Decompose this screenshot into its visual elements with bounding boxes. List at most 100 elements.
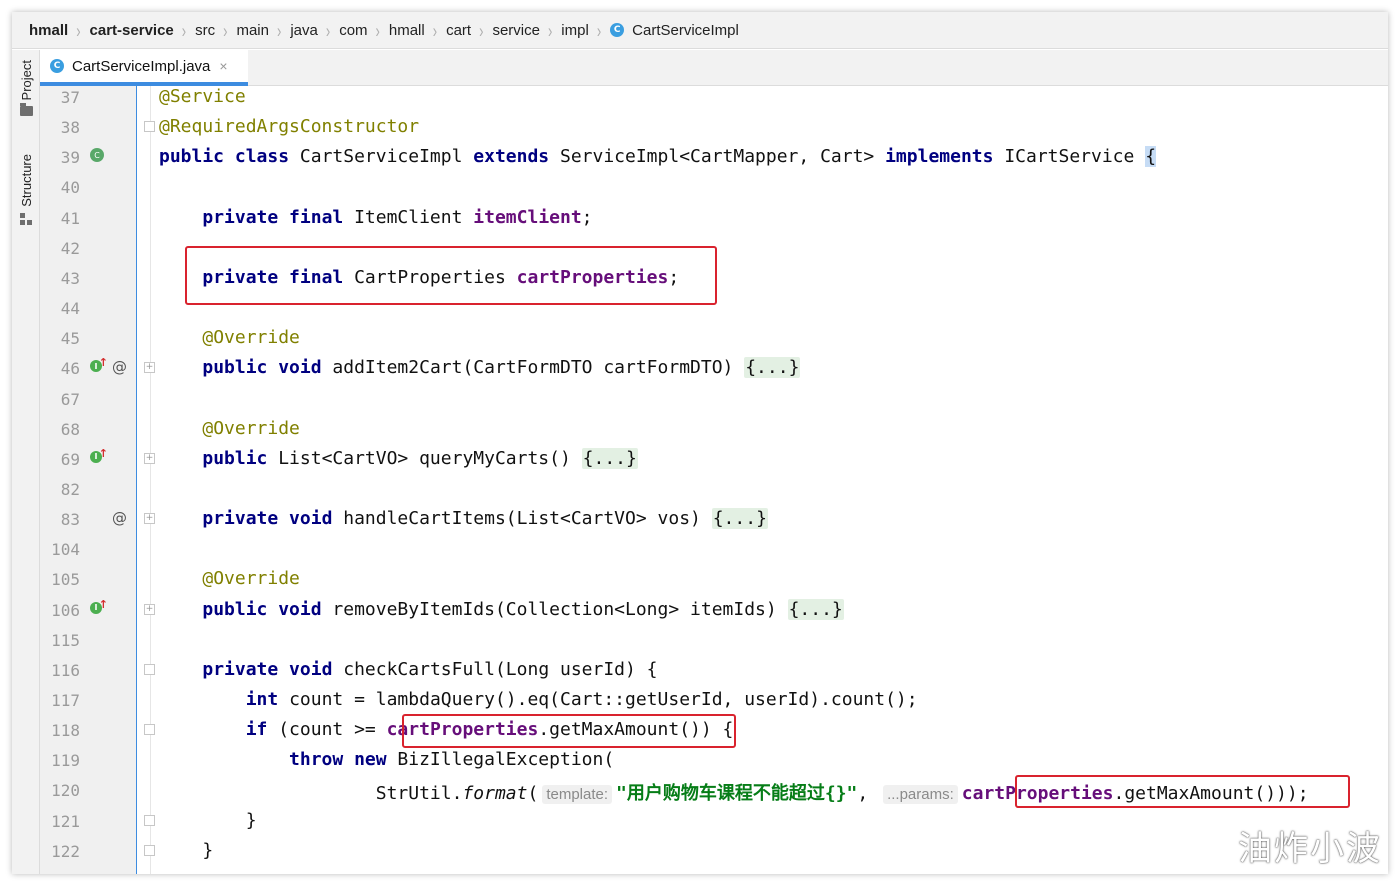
code-line[interactable]: 116 private void checkCartsFull(Long use… xyxy=(40,655,1388,685)
breadcrumb-item[interactable]: cart xyxy=(446,22,471,39)
fold-toggle-icon[interactable] xyxy=(144,844,155,856)
code-token: private void xyxy=(202,658,344,680)
line-number: 41 xyxy=(60,208,80,228)
breadcrumb-item-label: com xyxy=(339,21,368,39)
code-line[interactable]: 37 @Service xyxy=(40,86,1388,112)
code-line[interactable]: 119 throw new BizIllegalException( xyxy=(40,745,1388,775)
code-line[interactable]: 82 xyxy=(40,474,1388,504)
project-tool-label: Project xyxy=(18,60,34,101)
code-text: @Override xyxy=(159,327,300,348)
code-line[interactable]: 45 @Override xyxy=(40,323,1388,353)
project-tool-button[interactable]: Project xyxy=(12,60,40,117)
breadcrumb-item[interactable]: service xyxy=(492,22,540,39)
fold-toggle-icon[interactable] xyxy=(144,121,155,133)
parameter-hint: ...params: xyxy=(883,785,958,805)
code-line[interactable]: 115 xyxy=(40,625,1388,655)
code-token: @Override xyxy=(202,327,300,349)
code-text: public List<CartVO> queryMyCarts() {...} xyxy=(159,447,638,469)
fold-toggle-icon[interactable] xyxy=(144,724,155,736)
code-token: ServiceImpl<CartMapper, Cart> xyxy=(559,146,886,168)
breadcrumb-separator-icon: › xyxy=(181,18,187,42)
code-line[interactable]: 122 } xyxy=(40,836,1388,866)
code-line[interactable]: 104 xyxy=(40,534,1388,564)
structure-tool-button[interactable]: Structure xyxy=(12,154,40,225)
fold-toggle-icon[interactable] xyxy=(144,814,155,826)
line-number: 117 xyxy=(51,691,80,710)
breadcrumb-item-label: src xyxy=(195,21,216,39)
breadcrumb-item-label: cart xyxy=(446,21,472,39)
code-line[interactable]: 123 xyxy=(40,866,1388,874)
line-number: 69 xyxy=(60,449,80,469)
line-number: 67 xyxy=(60,389,80,409)
code-editor[interactable]: C I ↑ I ↑ I ↑ @ @ 37 @Service 38 @RequiredArgsConst… xyxy=(40,86,1388,874)
code-token: if xyxy=(245,719,279,741)
breadcrumb-item[interactable]: impl xyxy=(561,22,589,39)
fold-toggle-icon[interactable]: + xyxy=(144,513,155,525)
line-number: 42 xyxy=(60,238,80,258)
breadcrumb-item[interactable]: java xyxy=(290,22,318,39)
code-line[interactable]: 69 public List<CartVO> queryMyCarts() {.… xyxy=(40,444,1388,474)
code-token: ; xyxy=(581,206,593,228)
line-number: 44 xyxy=(60,299,80,319)
code-line[interactable]: 105 @Override xyxy=(40,564,1388,594)
close-icon[interactable]: × xyxy=(219,58,227,74)
code-line[interactable]: 38 @RequiredArgsConstructor xyxy=(40,112,1388,142)
breadcrumb-separator-icon: › xyxy=(479,18,484,42)
code-token: @RequiredArgsConstructor xyxy=(159,116,420,138)
code-token: } xyxy=(245,809,257,831)
code-line[interactable]: 117 int count = lambdaQuery().eq(Cart::g… xyxy=(40,685,1388,715)
code-line[interactable]: 106 public void removeByItemIds(Collecti… xyxy=(40,595,1388,625)
code-token: { xyxy=(1145,146,1157,168)
code-token: public void xyxy=(202,598,333,620)
code-token: "用户购物车课程不能超过{}" xyxy=(616,783,858,805)
breadcrumb-item[interactable]: src xyxy=(195,22,215,39)
fold-toggle-icon[interactable]: + xyxy=(144,603,155,615)
code-token: @Override xyxy=(202,417,300,439)
structure-icon xyxy=(20,212,32,225)
code-line[interactable]: 41 private final ItemClient itemClient; xyxy=(40,203,1388,233)
code-line[interactable]: 39 public class CartServiceImpl extends S… xyxy=(40,142,1388,172)
class-icon: C xyxy=(610,23,625,37)
breadcrumb-item[interactable]: main xyxy=(236,22,269,39)
code-token: @Service xyxy=(159,86,246,107)
code-line[interactable]: 121 } xyxy=(40,806,1388,836)
code-token: StrUtil. xyxy=(375,783,463,805)
code-token: extends xyxy=(473,146,560,168)
breadcrumb-item-label: service xyxy=(492,21,540,39)
code-line[interactable]: 46 public void addItem2Cart(CartFormDTO … xyxy=(40,353,1388,383)
breadcrumb-separator-icon: › xyxy=(325,18,331,42)
fold-toggle-icon[interactable]: + xyxy=(144,362,155,374)
breadcrumb-item-label: main xyxy=(236,21,269,39)
editor-tab[interactable]: C CartServiceImpl.java × xyxy=(40,50,248,86)
breadcrumb-item[interactable]: com xyxy=(339,22,367,39)
fold-toggle-icon[interactable]: + xyxy=(144,452,155,464)
editor-tab-label: CartServiceImpl.java xyxy=(72,57,211,75)
line-number: 120 xyxy=(51,781,80,801)
code-text: } xyxy=(159,810,257,831)
code-line[interactable]: 40 xyxy=(40,172,1388,202)
breadcrumb-item[interactable]: hmall xyxy=(29,22,68,39)
code-line[interactable]: 83 private void handleCartItems(List<Car… xyxy=(40,504,1388,534)
breadcrumb-item[interactable]: hmall xyxy=(389,22,425,39)
line-number: 116 xyxy=(51,660,80,680)
class-icon: C xyxy=(50,59,64,73)
parameter-hint: template: xyxy=(542,785,613,805)
code-token: handleCartItems(List<CartVO> vos) xyxy=(343,508,712,530)
line-number: 115 xyxy=(51,630,80,650)
code-token: throw new xyxy=(289,749,398,771)
breadcrumb-item[interactable]: cart-service xyxy=(90,22,174,39)
fold-toggle-icon[interactable] xyxy=(144,663,155,675)
line-number: 105 xyxy=(51,570,80,590)
code-line[interactable]: 67 xyxy=(40,384,1388,414)
breadcrumb-item-label: cart-service xyxy=(89,21,174,39)
code-line[interactable]: 68 @Override xyxy=(40,414,1388,444)
breadcrumb-item-label: hmall xyxy=(29,21,69,39)
code-text: @Override xyxy=(159,418,300,439)
breadcrumb-item[interactable]: C CartServiceImpl xyxy=(610,22,739,39)
